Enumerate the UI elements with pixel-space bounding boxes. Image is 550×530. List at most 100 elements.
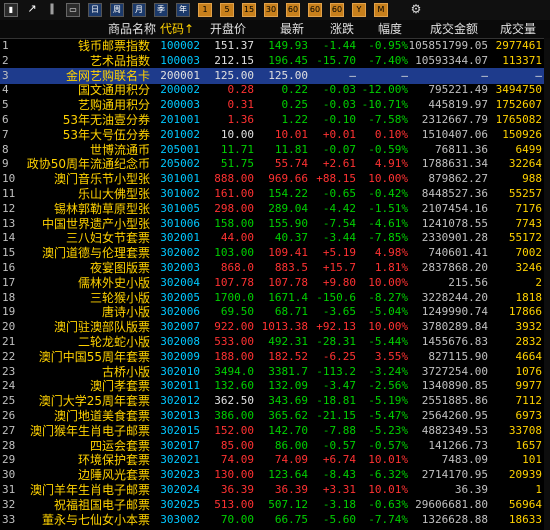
instrument-name: 儒林外史小版 bbox=[77, 275, 150, 290]
instrument-code: 302024 bbox=[160, 483, 200, 496]
instrument-name: 澳门孝套票 bbox=[89, 379, 150, 394]
header-name[interactable]: 商品名称 bbox=[108, 20, 156, 38]
period-day-button[interactable]: 日 bbox=[88, 3, 102, 17]
turnover-amount: 445819.97 bbox=[428, 98, 488, 112]
table-row[interactable]: 15 澳门道德与伦理套票 302002 103.00 109.41 +5.19 4.98% 7… bbox=[0, 245, 550, 261]
turnover-volume: 2 bbox=[535, 275, 542, 289]
table-row[interactable]: 4 国文通用积分 200002 0.28 0.22 -0.03 -12.00% 795221.… bbox=[0, 82, 550, 98]
table-row[interactable]: 19 唐诗小版 302006 69.50 68.71 -3.65 -5.04% 1249990… bbox=[0, 304, 550, 320]
period-quarter-button[interactable]: 季 bbox=[154, 3, 168, 17]
last-price: 74.09 bbox=[274, 453, 308, 467]
table-row[interactable]: 16 夜宴图版票 302003 868.0 883.5 +15.7 1.81% 2837868… bbox=[0, 260, 550, 276]
change-percent: -5.19% bbox=[368, 394, 408, 408]
period-month-button[interactable]: 月 bbox=[132, 3, 146, 17]
open-price: 70.00 bbox=[220, 512, 254, 526]
change-percent: -6.32% bbox=[368, 468, 408, 482]
open-price: 132.60 bbox=[214, 379, 254, 393]
instrument-code: 302007 bbox=[160, 320, 200, 334]
header-percent[interactable]: 幅度 bbox=[378, 20, 402, 38]
table-row[interactable]: 5 艺购通用积分 200003 0.31 0.25 -0.03 -10.71% 445819.… bbox=[0, 97, 550, 113]
instrument-code: 302006 bbox=[160, 305, 200, 319]
change-percent: 10.01% bbox=[368, 453, 408, 467]
screen-icon[interactable]: ▭ bbox=[66, 3, 80, 17]
table-row[interactable]: 25 澳门大学25周年套票 302012 362.50 343.69 -18.81 -5.1… bbox=[0, 393, 550, 409]
table-row[interactable]: 8 世博流通币 205001 11.71 11.81 -0.07 -0.59% 76811.3… bbox=[0, 142, 550, 158]
table-row[interactable]: 26 澳门地道美食套票 302013 386.00 365.62 -21.15 -5.47%… bbox=[0, 408, 550, 424]
price-change: -6.25 bbox=[322, 349, 356, 363]
last-price: 68.71 bbox=[274, 305, 308, 319]
vertical-scrollbar[interactable] bbox=[544, 38, 550, 530]
last-price: 343.69 bbox=[268, 394, 308, 408]
period-week-button[interactable]: 周 bbox=[110, 3, 124, 17]
period-60min-button-2[interactable]: 60 bbox=[308, 3, 322, 17]
table-row[interactable]: 10 澳门音乐节小型张 301001 888.00 969.66 +88.15 10.00%… bbox=[0, 171, 550, 187]
instrument-name: 53年大号伍分券 bbox=[62, 127, 150, 142]
turnover-amount: — bbox=[481, 68, 488, 82]
line-chart-icon[interactable]: ↗ bbox=[26, 3, 38, 15]
table-row[interactable]: 30 边陲风光套票 302023 130.00 123.64 -8.43 -6.32% 271… bbox=[0, 467, 550, 483]
period-15min-button[interactable]: 15 bbox=[242, 3, 256, 17]
header-code-sorted[interactable]: 代码↑ bbox=[160, 20, 194, 38]
change-percent: -5.04% bbox=[368, 305, 408, 319]
price-change: +0.01 bbox=[322, 127, 356, 141]
table-row[interactable]: 12 锡林郭勒草原型张 301005 298.00 289.04 -4.42 -1.51% 2… bbox=[0, 201, 550, 217]
table-row[interactable]: 9 政协50周年流通纪念币 205002 51.75 55.74 +2.61 4.91% 17… bbox=[0, 156, 550, 172]
period-60min-button[interactable]: 60 bbox=[286, 3, 300, 17]
table-row[interactable]: 24 澳门孝套票 302011 132.60 132.09 -3.47 -2.56% 1340… bbox=[0, 378, 550, 394]
table-row[interactable]: 32 祝福祖国电子邮票 302025 513.00 507.12 -3.18 -0.63% 2… bbox=[0, 497, 550, 513]
table-row[interactable]: 6 53年无油壹分券 201001 1.36 1.22 -0.10 -7.58% 231266… bbox=[0, 112, 550, 128]
last-price: 492.31 bbox=[268, 335, 308, 348]
table-row[interactable]: 14 三八妇女节套票 302001 44.00 40.37 -3.44 -7.85% 2330… bbox=[0, 230, 550, 246]
header-volume[interactable]: 成交量 bbox=[500, 20, 536, 38]
header-amount[interactable]: 成交金额 bbox=[430, 20, 478, 38]
turnover-amount: 1788631.34 bbox=[421, 157, 488, 171]
turnover-amount: 215.56 bbox=[448, 275, 488, 289]
table-row[interactable]: 1 钱币邮票指数 100002 151.37 149.93 -1.44 -0.95% 1058… bbox=[0, 38, 550, 54]
period-1min-button[interactable]: 1 bbox=[198, 3, 212, 17]
instrument-code: 302005 bbox=[160, 290, 200, 304]
table-row[interactable]: 11 乐山大佛型张 301002 161.00 154.22 -0.65 -0.42% 844… bbox=[0, 186, 550, 202]
instrument-name: 环境保护套票 bbox=[77, 453, 150, 468]
period-y-button[interactable]: Y bbox=[352, 3, 366, 17]
instrument-name: 澳门驻澳部队版票 bbox=[53, 320, 150, 335]
header-open[interactable]: 开盘价 bbox=[210, 20, 246, 38]
settings-gear-icon[interactable]: ⚙ bbox=[410, 3, 422, 15]
header-change[interactable]: 涨跌 bbox=[330, 20, 354, 38]
period-year-button[interactable]: 年 bbox=[176, 3, 190, 17]
table-row[interactable]: 27 澳门猴年生肖电子邮票 302015 152.00 142.70 -7.88 -5.23… bbox=[0, 423, 550, 439]
table-row[interactable]: 33 董永与七仙女小本票 303002 70.00 66.75 -5.60 -7.74% 13… bbox=[0, 512, 550, 528]
tick-chart-icon[interactable]: ∥ bbox=[46, 3, 58, 15]
table-row[interactable]: 7 53年大号伍分券 201002 10.00 10.01 +0.01 0.10% 15104… bbox=[0, 127, 550, 143]
table-row[interactable]: 13 中国世界遗产小型张 301006 158.00 155.90 -7.54 -4.61%… bbox=[0, 216, 550, 232]
open-price: 51.75 bbox=[220, 157, 254, 171]
table-row[interactable]: 2 艺术品指数 100003 212.15 196.45 -15.70 -7.40% 1059… bbox=[0, 53, 550, 69]
change-percent: 4.98% bbox=[374, 246, 408, 260]
table-row[interactable]: 28 四运会套票 302017 85.00 86.00 -0.57 -0.57% 141266… bbox=[0, 438, 550, 454]
period-5min-button[interactable]: 5 bbox=[220, 3, 234, 17]
bar-chart-icon[interactable]: ▮ bbox=[4, 3, 18, 17]
table-row[interactable]: 17 儒林外史小版 302004 107.78 107.78 +9.80 10.00% 215… bbox=[0, 275, 550, 291]
last-price: 969.66 bbox=[268, 172, 308, 186]
turnover-volume: 1818 bbox=[515, 290, 543, 304]
table-row[interactable]: 21 二轮龙蛇小版 302008 533.00 492.31 -28.31 -5.44% 14… bbox=[0, 334, 550, 350]
table-row[interactable]: 23 古桥小版 302010 3494.0 3381.7 -113.2 -3.24% 3727… bbox=[0, 364, 550, 380]
table-row-selected[interactable]: 3 金网艺购联名卡 200001 125.00 125.00— — — — bbox=[0, 67, 550, 84]
instrument-name: 祝福祖国电子邮票 bbox=[53, 497, 150, 512]
last-price: 0.22 bbox=[281, 83, 309, 97]
price-change: -0.07 bbox=[322, 142, 356, 156]
period-60min-button-3[interactable]: 60 bbox=[330, 3, 344, 17]
table-row[interactable]: 20 澳门驻澳部队版票 302007 922.00 1013.38 +92.13 10.00… bbox=[0, 319, 550, 335]
turnover-amount: 1326628.88 bbox=[421, 512, 488, 526]
header-last[interactable]: 最新 bbox=[280, 20, 304, 38]
change-percent: 0.10% bbox=[374, 127, 408, 141]
turnover-volume: — bbox=[535, 68, 542, 82]
turnover-volume: 1 bbox=[535, 483, 542, 496]
instrument-code: 302004 bbox=[160, 275, 200, 289]
table-row[interactable]: 18 三轮猴小版 302005 1700.0 1671.4 -150.6 -8.27% 322… bbox=[0, 290, 550, 306]
period-30min-button[interactable]: 30 bbox=[264, 3, 278, 17]
table-row[interactable]: 29 环境保护套票 302021 74.09 74.09 +6.74 10.01% 7483.… bbox=[0, 452, 550, 468]
table-row[interactable]: 22 澳门中国55周年套票 302009 188.00 182.52 -6.25 3.55%… bbox=[0, 349, 550, 365]
period-m-button[interactable]: M bbox=[374, 3, 388, 17]
table-header: 商品名称 代码↑ 开盘价 最新 涨跌 幅度 成交金额 成交量 bbox=[0, 20, 550, 39]
table-row[interactable]: 31 澳门羊年生肖电子邮票 302024 36.39 36.39 +3.31 10.01% 3… bbox=[0, 482, 550, 498]
